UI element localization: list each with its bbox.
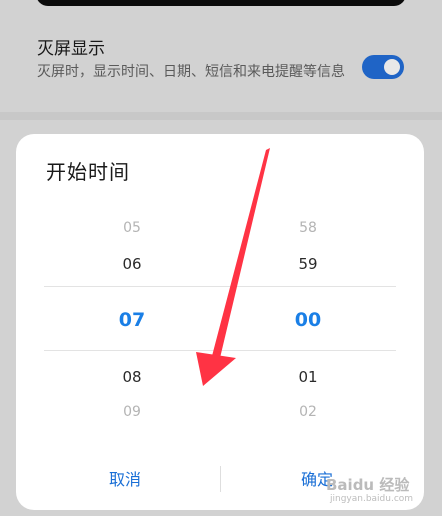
watermark-url: jingyan.baidu.com	[330, 494, 414, 504]
setting-title: 灭屏显示	[37, 39, 105, 59]
watermark-text: Baidu 经验	[326, 476, 410, 494]
hour-selected[interactable]: 07	[72, 309, 192, 331]
minute-option[interactable]: 59	[248, 255, 368, 273]
hour-option[interactable]: 08	[72, 368, 192, 386]
hour-option[interactable]: 06	[72, 255, 192, 273]
minute-option[interactable]: 58	[248, 220, 368, 236]
start-time-dialog: 开始时间 05 06 07 08 09 58 59 00 01 02 取消 确定	[16, 134, 424, 510]
cancel-button[interactable]: 取消	[30, 460, 220, 500]
section-divider	[0, 112, 442, 120]
hour-option[interactable]: 09	[72, 404, 192, 420]
minute-option[interactable]: 01	[248, 368, 368, 386]
always-on-display-toggle[interactable]	[362, 55, 404, 79]
top-dark-bar	[36, 0, 406, 6]
hour-picker[interactable]: 05 06 07 08 09	[72, 134, 192, 510]
minute-selected[interactable]: 00	[248, 309, 368, 331]
minute-picker[interactable]: 58 59 00 01 02	[248, 134, 368, 510]
hour-option[interactable]: 05	[72, 220, 192, 236]
button-separator	[220, 466, 221, 492]
minute-option[interactable]: 02	[248, 404, 368, 420]
setting-description: 灭屏时，显示时间、日期、短信和来电提醒等信息	[37, 64, 345, 80]
toggle-knob	[384, 59, 400, 75]
